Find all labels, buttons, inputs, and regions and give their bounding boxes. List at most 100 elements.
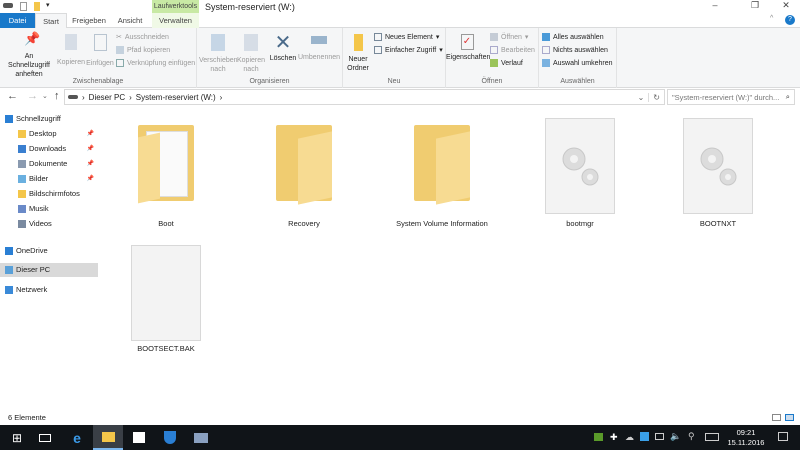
store-button[interactable] xyxy=(124,425,154,450)
sidebar-item-dokumente[interactable]: Dokumente 📌 xyxy=(0,157,98,171)
file-item[interactable]: Boot xyxy=(111,118,221,243)
breadcrumb-drive[interactable]: System-reserviert (W:) xyxy=(136,93,216,102)
explorer-button[interactable] xyxy=(93,425,123,450)
collapse-ribbon-icon[interactable]: ^ xyxy=(770,15,773,22)
customize-quick-access-icon[interactable]: ▾ xyxy=(46,1,50,9)
sidebar-item-label: Bildschirmfotos xyxy=(29,189,80,198)
new-folder-button[interactable]: Neuer Ordner xyxy=(344,34,372,73)
minimize-button[interactable]: – xyxy=(700,0,730,10)
tab-verwalten[interactable]: Verwalten xyxy=(152,13,199,28)
forward-button[interactable]: → xyxy=(27,90,38,102)
details-view-icon[interactable] xyxy=(772,414,781,421)
up-button[interactable]: ↑ xyxy=(54,90,60,102)
search-input[interactable]: "System-reserviert (W:)" durch... ⌕ xyxy=(667,89,795,105)
large-icons-view-icon[interactable] xyxy=(785,414,794,421)
folder-icon xyxy=(414,125,470,205)
nvidia-icon[interactable] xyxy=(594,433,603,441)
sidebar-item-downloads[interactable]: Downloads 📌 xyxy=(0,142,98,156)
copy-to-button[interactable]: Kopieren nach xyxy=(235,34,267,74)
sidebar-item-bildschirmfotos[interactable]: Bildschirmfotos xyxy=(0,187,98,201)
rename-button[interactable]: Umbenennen xyxy=(297,34,341,62)
recent-locations-button[interactable]: ⌄ xyxy=(42,92,48,100)
video-icon xyxy=(18,220,26,229)
sidebar-item-bilder[interactable]: Bilder 📌 xyxy=(0,172,98,186)
delete-button[interactable]: ✕ Löschen xyxy=(267,32,299,63)
help-button[interactable]: ? xyxy=(785,15,795,25)
breadcrumb-dieser-pc[interactable]: Dieser PC xyxy=(89,93,125,102)
sidebar-item-schnellzugriff[interactable]: Schnellzugriff xyxy=(0,112,98,126)
select-none-button[interactable]: Nichts auswählen xyxy=(542,46,608,54)
close-button[interactable]: ✕ xyxy=(772,0,800,11)
pin-icon: 📌 xyxy=(86,146,94,152)
app-button[interactable] xyxy=(186,425,216,450)
file-item[interactable]: BOOTSECT.BAK xyxy=(111,245,221,355)
file-item[interactable]: BOOTNXT xyxy=(663,118,773,243)
volume-icon[interactable]: 🔈 xyxy=(670,431,681,442)
edit-icon xyxy=(490,46,498,54)
tab-freigeben[interactable]: Freigeben xyxy=(68,13,110,28)
star-icon xyxy=(5,115,13,124)
task-view-button[interactable] xyxy=(30,425,60,450)
new-folder-quick-icon[interactable] xyxy=(34,2,40,11)
history-button[interactable]: Verlauf xyxy=(490,59,523,67)
sidebar-item-label: Desktop xyxy=(29,129,57,138)
group-organize: Verschieben nach Kopieren nach ✕ Löschen … xyxy=(197,28,343,88)
refresh-icon[interactable]: ↻ xyxy=(648,92,664,102)
paste-button[interactable]: Einfügen xyxy=(86,34,114,68)
paste-shortcut-button[interactable]: Verknüpfung einfügen xyxy=(116,59,195,67)
power-icon[interactable]: ⚲ xyxy=(688,431,695,442)
sidebar-item-label: Netzwerk xyxy=(16,285,48,294)
properties-button[interactable]: ✓ Eigenschaften xyxy=(446,34,490,62)
remote-desktop-icon xyxy=(194,432,208,443)
invert-selection-button[interactable]: Auswahl umkehren xyxy=(542,59,613,67)
onedrive-icon[interactable]: ☁ xyxy=(625,432,634,443)
file-item[interactable]: bootmgr xyxy=(525,118,635,243)
defender-button[interactable] xyxy=(155,425,185,450)
sidebar-item-label: OneDrive xyxy=(16,246,48,255)
move-icon xyxy=(211,34,225,51)
network-icon[interactable] xyxy=(655,433,664,440)
app-tray-icon[interactable] xyxy=(640,432,649,441)
sidebar-item-desktop[interactable]: Desktop 📌 xyxy=(0,127,98,141)
navigation-pane: Schnellzugriff Desktop 📌 Downloads 📌 Dokument… xyxy=(0,112,98,412)
address-dropdown-icon[interactable]: ⌄ xyxy=(638,93,645,102)
action-center-icon[interactable] xyxy=(778,432,788,441)
copy-button[interactable]: Kopieren xyxy=(56,34,86,67)
new-item-button[interactable]: Neues Element ▾ xyxy=(374,33,439,41)
start-button[interactable]: ⊞ xyxy=(2,425,32,450)
edit-button[interactable]: Bearbeiten xyxy=(490,46,535,54)
file-name: Boot xyxy=(158,219,174,228)
sidebar-item-videos[interactable]: Videos xyxy=(0,217,98,231)
keyboard-icon[interactable] xyxy=(705,433,719,441)
file-item[interactable]: Recovery xyxy=(249,118,359,243)
cut-button[interactable]: ✂ Ausschneiden xyxy=(116,33,169,42)
sidebar-item-onedrive[interactable]: OneDrive xyxy=(0,244,98,258)
sidebar-item-label: Dokumente xyxy=(29,159,68,168)
back-button[interactable]: ← xyxy=(7,90,18,102)
open-button[interactable]: Öffnen ▾ xyxy=(490,33,528,41)
status-bar: 6 Elemente xyxy=(0,410,800,425)
properties-quick-icon[interactable] xyxy=(20,2,27,11)
clock[interactable]: 09:21 15.11.2016 xyxy=(724,428,768,448)
tab-ansicht[interactable]: Ansicht xyxy=(110,13,150,28)
easy-access-button[interactable]: Einfacher Zugriff ▾ xyxy=(374,46,443,54)
restore-button[interactable]: ❐ xyxy=(740,0,770,11)
copy-path-button[interactable]: Pfad kopieren xyxy=(116,46,170,54)
move-to-button[interactable]: Verschieben nach xyxy=(199,34,238,74)
address-bar[interactable]: › Dieser PC › System-reserviert (W:) › ⌄… xyxy=(64,89,665,105)
edge-button[interactable]: e xyxy=(62,425,92,450)
group-label: Auswählen xyxy=(560,78,595,85)
select-all-button[interactable]: Alles auswählen xyxy=(542,33,604,41)
defender-tray-icon[interactable]: ✚ xyxy=(610,432,618,443)
context-tab-label: Laufwerktools xyxy=(152,0,199,13)
tab-start[interactable]: Start xyxy=(35,13,67,29)
pin-icon: 📌 xyxy=(86,176,94,182)
sidebar-item-netzwerk[interactable]: Netzwerk xyxy=(0,283,98,297)
file-item[interactable]: System Volume Information xyxy=(387,118,497,243)
file-name: bootmgr xyxy=(566,219,594,228)
group-open: ✓ Eigenschaften Öffnen ▾ Bearbeiten Verlau… xyxy=(446,28,539,88)
tab-datei[interactable]: Datei xyxy=(0,13,35,28)
sidebar-item-dieser-pc[interactable]: Dieser PC xyxy=(0,263,98,277)
pin-quick-access-button[interactable]: 📌 An Schnellzugriff anheften xyxy=(3,32,55,79)
sidebar-item-musik[interactable]: Musik xyxy=(0,202,98,216)
